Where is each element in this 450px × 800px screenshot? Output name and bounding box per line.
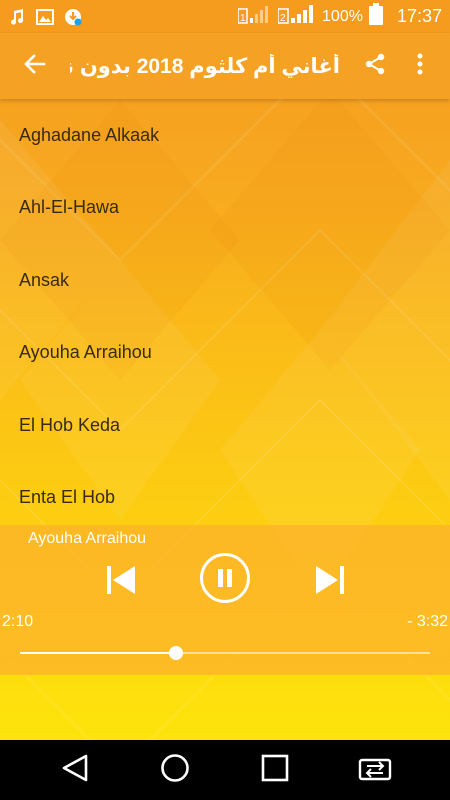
song-title: El Hob Keda: [19, 414, 121, 435]
now-playing-title: Ayouha Arraihou: [28, 530, 147, 547]
pause-button[interactable]: [199, 552, 251, 609]
song-title: Ahl-El-Hawa: [19, 197, 120, 218]
list-item[interactable]: Ansak: [0, 244, 450, 317]
list-item[interactable]: El Hob Keda: [0, 389, 450, 462]
list-item[interactable]: Aghadane Alkaak: [0, 99, 450, 172]
song-title: Aghadane Alkaak: [19, 124, 160, 145]
seek-bar[interactable]: [20, 646, 430, 660]
song-title: Enta El Hob: [19, 487, 116, 508]
elapsed-time: 2:10: [2, 613, 34, 630]
nav-home-button[interactable]: [145, 740, 205, 800]
share-button[interactable]: [352, 33, 398, 99]
song-title: Ansak: [19, 269, 70, 290]
seek-progress: [20, 652, 176, 654]
app-title: أغاني أم كلثوم 2018 بدون نت: [70, 54, 340, 78]
battery-icon: [368, 3, 383, 30]
clock: 17:37: [396, 6, 442, 26]
skip-next-icon: [313, 563, 347, 602]
back-button[interactable]: [0, 33, 70, 99]
status-bar: 1 2 100% 17:37: [0, 0, 450, 33]
triangle-back-icon: [60, 753, 90, 788]
list-item[interactable]: Ayouha Arraihou: [0, 317, 450, 390]
switch-window-icon: [358, 753, 392, 788]
nav-dual-window-button[interactable]: [345, 740, 405, 800]
remaining-time: - 3:32: [407, 613, 448, 630]
seek-thumb[interactable]: [168, 646, 183, 660]
battery-percent: 100%: [322, 7, 363, 25]
navigation-bar: [0, 740, 450, 800]
download-icon: [64, 8, 82, 26]
more-vert-icon: [417, 53, 423, 80]
circle-home-icon: [160, 753, 190, 788]
previous-button[interactable]: [98, 559, 144, 605]
skip-previous-icon: [104, 563, 138, 602]
music-note-icon: [8, 8, 26, 26]
pause-icon: [199, 552, 251, 609]
overflow-menu-button[interactable]: [400, 33, 440, 99]
app-bar: أغاني أم كلثوم 2018 بدون نت: [0, 33, 450, 99]
sim2-label: 2: [280, 13, 286, 24]
song-title: Ayouha Arraihou: [19, 342, 152, 363]
nav-recents-button[interactable]: [245, 740, 305, 800]
song-list: Aghadane Alkaak Ahl-El-Hawa Ansak Ayouha…: [0, 99, 450, 534]
arrow-left-icon: [23, 52, 47, 81]
nav-back-button[interactable]: [45, 740, 105, 800]
sim2-signal-icon: 2: [277, 3, 316, 30]
square-recents-icon: [260, 753, 290, 788]
list-item[interactable]: Enta El Hob: [0, 462, 450, 535]
screen: 1 2 100% 17:37 أغاني أم كلثوم 2018 بدون …: [0, 0, 450, 800]
image-icon: [36, 8, 54, 26]
next-button[interactable]: [307, 559, 353, 605]
player-panel: Ayouha Arraihou 2:10 - 3:32: [0, 525, 450, 675]
share-icon: [363, 52, 387, 81]
sim1-signal-icon: 1: [237, 3, 272, 30]
list-item[interactable]: Ahl-El-Hawa: [0, 172, 450, 245]
sim1-label: 1: [240, 13, 246, 24]
